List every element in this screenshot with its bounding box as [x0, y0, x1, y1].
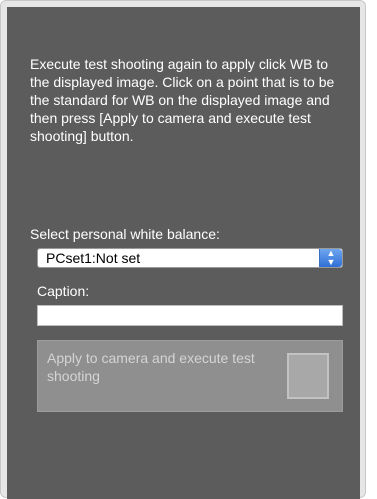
- apply-button-label: Apply to camera and execute test shootin…: [47, 350, 255, 384]
- right-edge: [366, 0, 377, 498]
- personal-wb-select[interactable]: PCset1:Not set ▲ ▼: [37, 248, 343, 268]
- personal-wb-selected-value: PCset1:Not set: [46, 250, 141, 266]
- apply-to-camera-button[interactable]: Apply to camera and execute test shootin…: [37, 340, 343, 412]
- caption-input[interactable]: [37, 305, 343, 326]
- instructions-text: Execute test shooting again to apply cli…: [30, 56, 335, 144]
- chevron-updown-icon: ▲ ▼: [319, 249, 342, 267]
- personal-wb-label: Select personal white balance:: [30, 226, 220, 242]
- caption-label: Caption:: [37, 283, 90, 299]
- apply-button-icon: [287, 353, 329, 399]
